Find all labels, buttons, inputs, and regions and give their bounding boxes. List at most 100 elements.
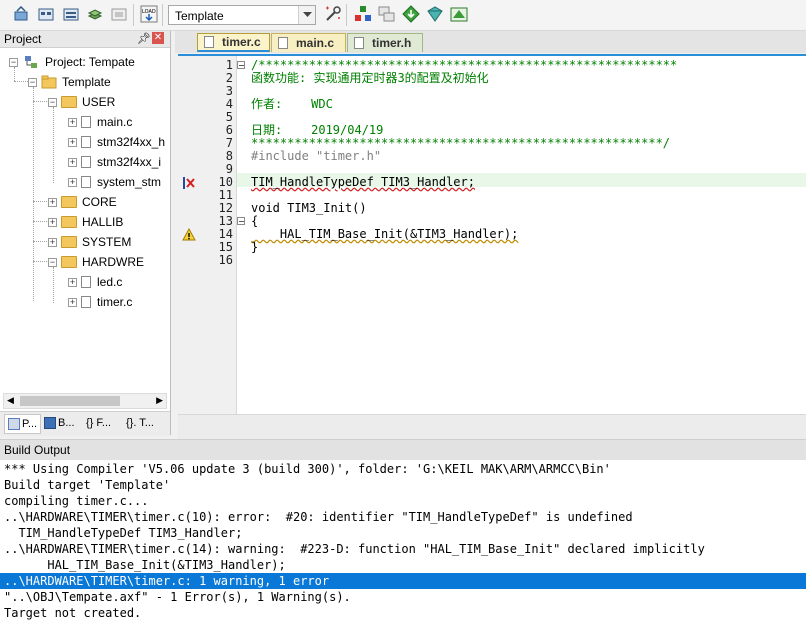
tab-functions[interactable]: {} F...: [86, 414, 111, 432]
code-line[interactable]: #include "timer.h": [251, 150, 381, 163]
output-line[interactable]: *** Using Compiler 'V5.06 update 3 (buil…: [4, 461, 611, 477]
folder-icon: [61, 236, 77, 248]
file-item[interactable]: + stm32f4xx_h: [68, 133, 165, 151]
output-line[interactable]: Build target 'Template': [4, 477, 170, 493]
tab-main-c[interactable]: main.c: [271, 33, 346, 52]
tab-templates[interactable]: {}. T...: [126, 414, 154, 432]
build-output-panel[interactable]: *** Using Compiler 'V5.06 update 3 (buil…: [0, 460, 806, 629]
expand-icon[interactable]: +: [68, 177, 77, 187]
output-line[interactable]: HAL_TIM_Base_Init(&TIM3_Handler);: [4, 557, 285, 573]
warning-marker-icon[interactable]: [182, 227, 196, 242]
group-system[interactable]: + SYSTEM: [48, 233, 131, 251]
file-icon: [81, 176, 91, 188]
output-line[interactable]: ..\HARDWARE\TIMER\timer.c: 1 warning, 1 …: [4, 573, 329, 589]
project-panel: Project 📌︎ ✕ − Project: Tempate − Templa…: [0, 31, 171, 436]
file-item[interactable]: + timer.c: [68, 293, 132, 311]
group-hardwre[interactable]: − HARDWRE: [48, 253, 144, 271]
scroll-left-icon[interactable]: ◀: [7, 396, 14, 406]
code-line[interactable]: 函数功能: 实现通用定时器3的配置及初始化: [251, 72, 489, 85]
group-label: SYSTEM: [82, 235, 132, 249]
fold-toggle-icon[interactable]: −: [237, 61, 245, 70]
manage-multi-project-icon[interactable]: [378, 5, 396, 23]
select-packs-icon[interactable]: [426, 5, 444, 23]
group-label: USER: [82, 95, 116, 109]
tab-books[interactable]: B...: [44, 414, 75, 432]
line-number: 4: [225, 97, 233, 111]
output-line[interactable]: ..\HARDWARE\TIMER\timer.c(14): warning: …: [4, 541, 705, 557]
collapse-icon[interactable]: −: [48, 257, 57, 267]
tab-label: timer.h: [372, 36, 412, 50]
tab-label: {}. T...: [126, 417, 154, 429]
expand-icon[interactable]: +: [48, 217, 57, 227]
collapse-icon[interactable]: −: [28, 77, 37, 87]
code-editor[interactable]: 1−/*************************************…: [178, 54, 806, 439]
project-root[interactable]: − Project: Tempate: [9, 53, 135, 71]
expand-icon[interactable]: +: [68, 297, 77, 307]
editor-scroll-area: [178, 414, 806, 439]
tab-project[interactable]: P...: [4, 414, 42, 434]
toolbar: LOAD Template: [0, 0, 806, 31]
tab-timer-h[interactable]: timer.h: [347, 33, 423, 52]
file-item[interactable]: + system_stm: [68, 173, 161, 191]
manage-components-icon[interactable]: [354, 5, 372, 23]
error-marker-icon[interactable]: [182, 176, 196, 190]
options-icon[interactable]: [324, 5, 342, 23]
folder-icon: [61, 216, 77, 228]
file-icon: [81, 296, 91, 308]
output-line[interactable]: "..\OBJ\Tempate.axf" - 1 Error(s), 1 War…: [4, 589, 351, 605]
close-icon[interactable]: ✕: [152, 32, 164, 44]
line-number: 16: [218, 253, 233, 267]
file-item[interactable]: + led.c: [68, 273, 122, 291]
code-line[interactable]: 作者: WDC: [251, 98, 333, 111]
collapse-icon[interactable]: −: [48, 97, 57, 107]
tab-timer-c[interactable]: timer.c: [197, 33, 270, 52]
pack-installer-icon[interactable]: [402, 5, 420, 23]
tab-label: timer.c: [222, 35, 261, 49]
file-item[interactable]: + stm32f4xx_i: [68, 153, 161, 171]
expand-icon[interactable]: +: [68, 137, 77, 147]
download-icon[interactable]: LOAD: [140, 5, 158, 23]
code-line[interactable]: TIM_HandleTypeDef TIM3_Handler;: [251, 176, 475, 189]
line-number: 7: [225, 136, 233, 150]
fold-toggle-icon[interactable]: −: [237, 217, 245, 226]
code-line[interactable]: HAL_TIM_Base_Init(&TIM3_Handler);: [251, 228, 518, 241]
project-tab-icon: [8, 418, 20, 430]
folder-open-icon: [61, 96, 77, 108]
folder-open-icon: [61, 256, 77, 268]
file-item[interactable]: + main.c: [68, 113, 132, 131]
collapse-icon[interactable]: −: [9, 57, 18, 67]
group-hallib[interactable]: + HALLIB: [48, 213, 123, 231]
books-icon: [44, 417, 56, 429]
scroll-right-icon[interactable]: ▶: [156, 396, 163, 406]
translate-icon[interactable]: [12, 5, 30, 23]
expand-icon[interactable]: +: [48, 237, 57, 247]
project-icon: [25, 56, 37, 68]
editor-tabs: timer.c main.c timer.h: [175, 31, 806, 53]
output-line[interactable]: TIM_HandleTypeDef TIM3_Handler;: [4, 525, 242, 541]
chevron-down-icon[interactable]: [298, 6, 315, 24]
manage-rte-icon[interactable]: [450, 5, 468, 23]
output-line[interactable]: Target not created.: [4, 605, 141, 621]
expand-icon[interactable]: +: [48, 197, 57, 207]
rebuild-icon[interactable]: [62, 5, 80, 23]
group-core[interactable]: + CORE: [48, 193, 117, 211]
file-icon: [81, 136, 91, 148]
scroll-thumb[interactable]: [20, 396, 120, 406]
expand-icon[interactable]: +: [68, 117, 77, 127]
project-panel-header: Project 📌︎ ✕: [0, 31, 170, 48]
pin-icon[interactable]: 📌︎: [137, 32, 151, 45]
build-icon[interactable]: [37, 5, 55, 23]
stop-build-icon[interactable]: [110, 5, 128, 23]
code-line[interactable]: }: [251, 241, 258, 254]
output-line[interactable]: compiling timer.c...: [4, 493, 149, 509]
target-node[interactable]: − Template: [28, 73, 111, 91]
code-line[interactable]: void TIM3_Init(): [251, 202, 367, 215]
group-user[interactable]: − USER: [48, 93, 115, 111]
batch-build-icon[interactable]: [86, 5, 104, 23]
expand-icon[interactable]: +: [68, 277, 77, 287]
output-line[interactable]: ..\HARDWARE\TIMER\timer.c(10): error: #2…: [4, 509, 633, 525]
target-select[interactable]: Template: [168, 5, 316, 25]
tab-label: {} F...: [86, 417, 112, 429]
horizontal-scrollbar[interactable]: ◀ ▶: [3, 393, 167, 409]
expand-icon[interactable]: +: [68, 157, 77, 167]
